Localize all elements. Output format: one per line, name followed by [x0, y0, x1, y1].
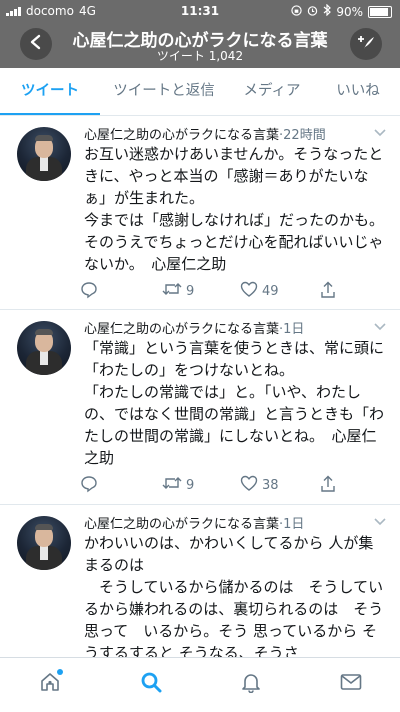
status-bar: docomo 4G 11:31 90%: [0, 3, 400, 20]
retweet-icon: [162, 475, 182, 495]
retweet-button[interactable]: 9: [162, 475, 194, 495]
tweet-text: かわいいのは、かわいくしてるから 人が集まるのは そうしているから儲かるのは そ…: [84, 534, 384, 657]
tweet-text: お互い迷惑かけあいませんか。そうなったときに、やっと本当の「感謝＝ありがたいなぁ…: [84, 145, 385, 273]
retweet-icon: [162, 281, 182, 301]
bluetooth-icon: [323, 3, 332, 19]
nav-search[interactable]: [137, 670, 165, 698]
timestamp[interactable]: 22時間: [283, 128, 326, 143]
reply-button[interactable]: [80, 475, 98, 497]
avatar[interactable]: [17, 516, 71, 570]
retweet-button[interactable]: 9: [162, 281, 194, 301]
envelope-icon: [340, 673, 362, 695]
tab-media[interactable]: メディア: [228, 68, 316, 115]
share-icon: [320, 475, 336, 497]
rotation-lock-icon: [291, 4, 303, 19]
reply-icon: [80, 475, 98, 497]
like-count: 49: [262, 283, 279, 299]
chevron-down-icon[interactable]: [374, 515, 386, 530]
alarm-icon: [307, 5, 318, 19]
author-name[interactable]: 心屋仁之助の心がラクになる言葉: [84, 128, 279, 143]
author-name[interactable]: 心屋仁之助の心がラクになる言葉: [84, 322, 279, 337]
heart-icon: [240, 475, 258, 495]
reply-icon: [80, 281, 98, 303]
battery-label: 90%: [336, 4, 363, 19]
compose-button[interactable]: [350, 28, 382, 60]
tweet-count: ツイート 1,042: [156, 49, 244, 63]
tab-likes[interactable]: いいね: [316, 68, 400, 115]
search-icon: [140, 671, 162, 697]
nav-notifications[interactable]: [237, 670, 265, 698]
chevron-left-icon: [29, 34, 43, 54]
tweet[interactable]: 心屋仁之助の心がラクになる言葉·22時間 お互い迷惑かけあいませんか。そうなった…: [0, 115, 400, 310]
like-count: 38: [262, 477, 279, 493]
share-button[interactable]: [320, 475, 336, 497]
reply-button[interactable]: [80, 281, 98, 303]
avatar[interactable]: [17, 127, 71, 181]
share-icon: [320, 281, 336, 303]
tweet-header: 心屋仁之助の心がラクになる言葉·1日: [84, 513, 386, 533]
chevron-down-icon[interactable]: [374, 126, 386, 141]
like-button[interactable]: 38: [240, 475, 279, 495]
battery-icon: [368, 5, 392, 18]
new-content-dot: [57, 669, 63, 675]
tweet[interactable]: 心屋仁之助の心がラクになる言葉·1日 「常識」という言葉を使うときは、常に頭に「…: [0, 309, 400, 505]
tweet-actions: 9 49: [80, 281, 340, 301]
bottom-nav: [0, 657, 400, 712]
share-button[interactable]: [320, 281, 336, 303]
chevron-down-icon[interactable]: [374, 320, 386, 335]
like-button[interactable]: 49: [240, 281, 279, 301]
profile-tabs: ツイート ツイートと返信 メディア いいね: [0, 68, 400, 116]
nav-messages[interactable]: [337, 670, 365, 698]
tweet-header: 心屋仁之助の心がラクになる言葉·1日: [84, 318, 386, 338]
author-name[interactable]: 心屋仁之助の心がラクになる言葉: [84, 517, 279, 532]
compose-icon: [357, 33, 375, 55]
timestamp[interactable]: 1日: [283, 517, 304, 532]
tweet-text: 「常識」という言葉を使うときは、常に頭に「わたしの」をつけないとね。 「わたしの…: [84, 339, 385, 467]
retweet-count: 9: [186, 283, 195, 299]
bell-icon: [240, 671, 262, 697]
heart-icon: [240, 281, 258, 301]
tweet-header: 心屋仁之助の心がラクになる言葉·22時間: [84, 124, 386, 144]
home-icon: [39, 671, 61, 697]
tweet-actions: 9 38: [80, 475, 340, 495]
timestamp[interactable]: 1日: [283, 322, 304, 337]
profile-header: docomo 4G 11:31 90% 心屋仁之助の心がラクになる言葉 ツイート…: [0, 0, 400, 68]
tab-tweets-replies[interactable]: ツイートと返信: [100, 68, 228, 115]
retweet-count: 9: [186, 477, 195, 493]
tweet[interactable]: 心屋仁之助の心がラクになる言葉·1日 かわいいのは、かわいくしてるから 人が集ま…: [0, 504, 400, 657]
clock: 11:31: [180, 4, 220, 18]
avatar[interactable]: [17, 321, 71, 375]
back-button[interactable]: [20, 28, 52, 60]
tab-tweets[interactable]: ツイート: [0, 68, 100, 115]
